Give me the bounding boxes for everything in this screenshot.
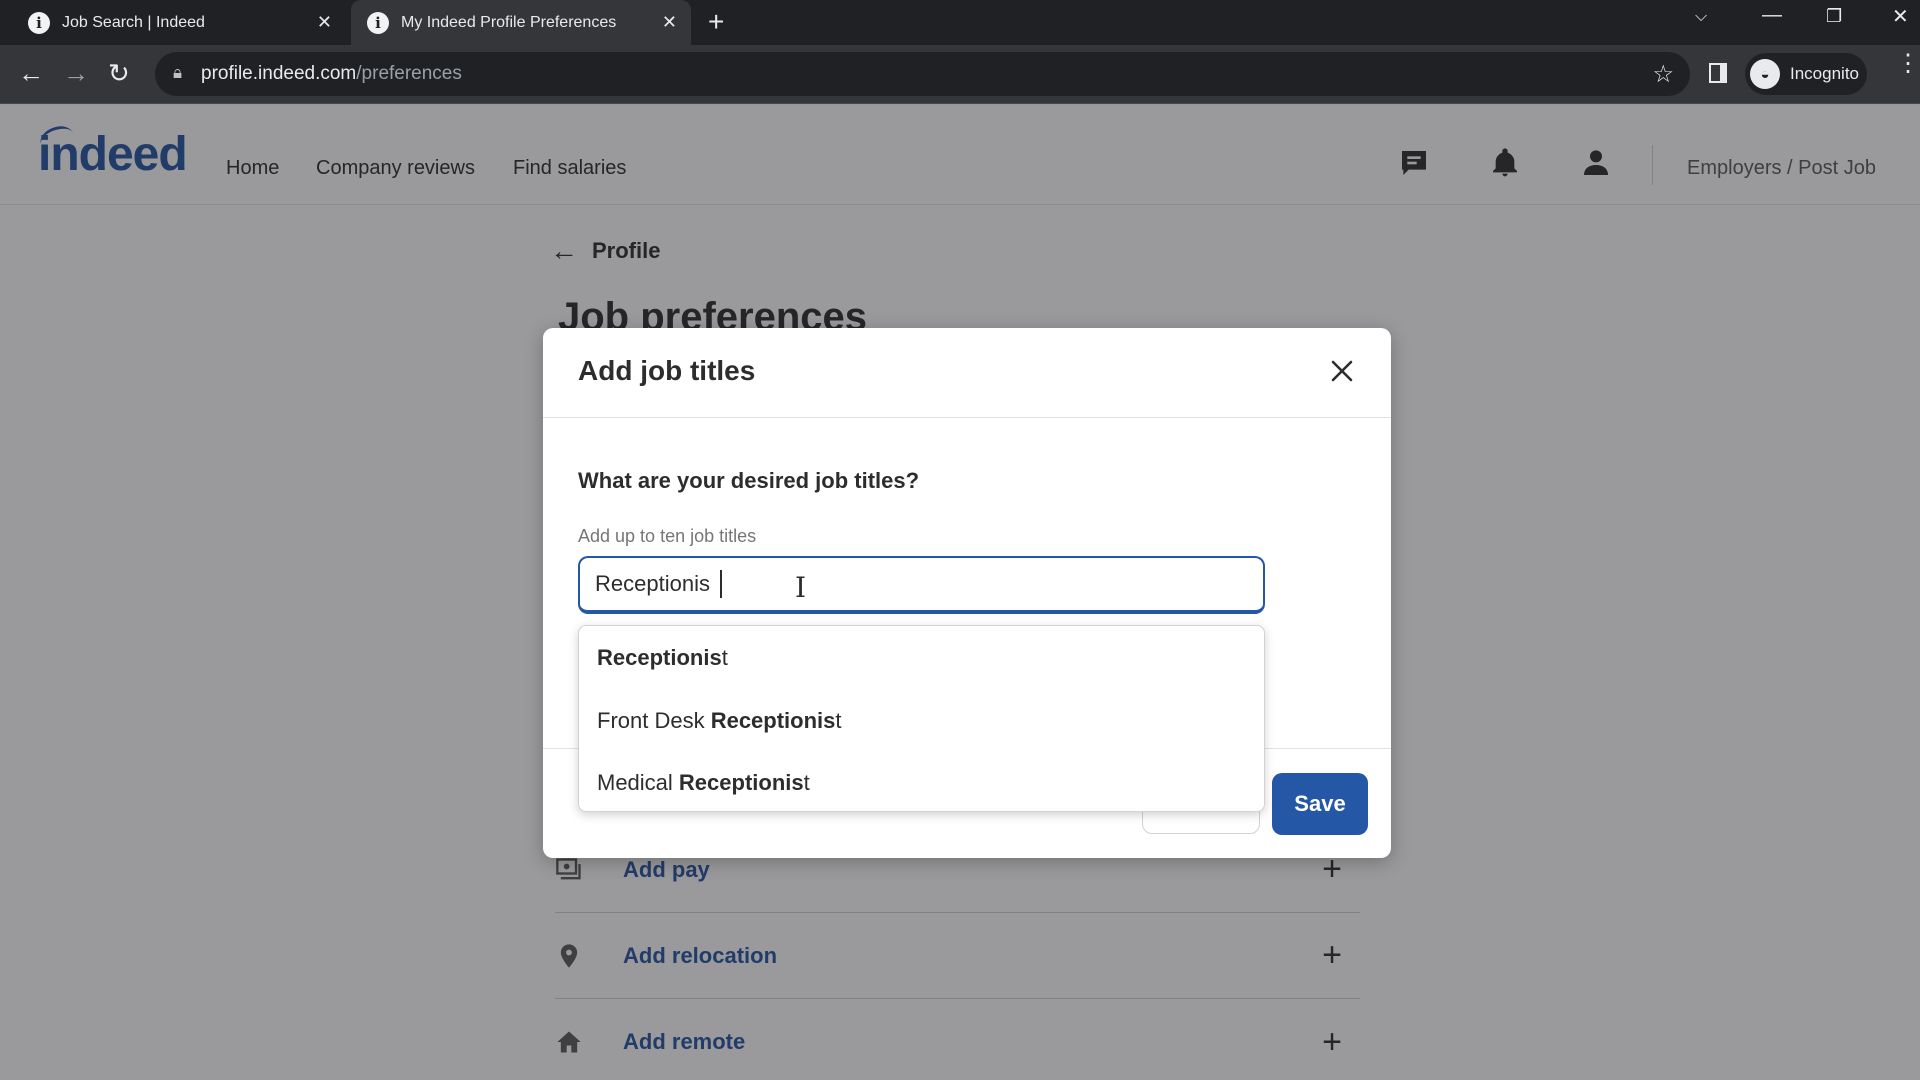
lock-icon: 🔒︎ bbox=[173, 63, 183, 82]
forward-icon[interactable]: → bbox=[63, 58, 89, 89]
close-dialog-button[interactable] bbox=[1323, 352, 1361, 390]
browser-tab-bar: i Job Search | Indeed ✕ i My Indeed Prof… bbox=[0, 0, 1920, 45]
incognito-icon: ◒ bbox=[1750, 59, 1780, 89]
back-icon[interactable]: ← bbox=[18, 58, 44, 89]
job-titles-question: What are your desired job titles? bbox=[578, 468, 920, 493]
tab-search-chevron-icon[interactable]: ⌵ bbox=[1695, 8, 1707, 26]
url-text: profile.indeed.com/preferences bbox=[201, 63, 462, 84]
indeed-favicon-icon: i bbox=[28, 11, 50, 34]
tab-job-search[interactable]: i Job Search | Indeed ✕ bbox=[16, 0, 346, 45]
text-caret bbox=[720, 570, 722, 598]
suggestion-item[interactable]: Receptionist bbox=[597, 645, 728, 671]
indeed-favicon-icon: i bbox=[367, 11, 389, 34]
job-title-input-wrapper: I bbox=[578, 556, 1265, 614]
mouse-ibeam-cursor-icon: I bbox=[795, 571, 807, 604]
minimize-icon[interactable]: — bbox=[1762, 4, 1782, 27]
window-close-icon[interactable]: ✕ bbox=[1892, 4, 1909, 29]
browser-toolbar: ← → ↻ 🔒︎ profile.indeed.com/preferences … bbox=[0, 45, 1920, 104]
address-bar[interactable]: 🔒︎ profile.indeed.com/preferences ☆ bbox=[155, 52, 1690, 96]
bookmark-star-icon[interactable]: ☆ bbox=[1652, 60, 1674, 89]
job-title-suggestions: Receptionist Front Desk Receptionist Med… bbox=[578, 625, 1265, 812]
save-button[interactable]: Save bbox=[1272, 773, 1368, 835]
browser-menu-icon[interactable]: ⋮ bbox=[1896, 52, 1920, 76]
restore-icon[interactable]: ❐ bbox=[1826, 6, 1842, 27]
job-title-input[interactable] bbox=[580, 558, 1263, 610]
new-tab-icon[interactable]: + bbox=[708, 6, 724, 38]
tab-profile-preferences[interactable]: i My Indeed Profile Preferences ✕ bbox=[351, 0, 691, 45]
suggestion-item[interactable]: Front Desk Receptionist bbox=[597, 708, 842, 734]
suggestion-item[interactable]: Medical Receptionist bbox=[597, 770, 810, 796]
reload-icon[interactable]: ↻ bbox=[108, 58, 130, 89]
side-panel-icon[interactable] bbox=[1709, 63, 1727, 83]
close-tab-icon[interactable]: ✕ bbox=[662, 12, 677, 33]
dialog-divider bbox=[543, 417, 1391, 418]
close-tab-icon[interactable]: ✕ bbox=[317, 12, 332, 33]
tab-title: My Indeed Profile Preferences bbox=[401, 13, 617, 31]
dialog-title: Add job titles bbox=[578, 355, 756, 386]
close-icon bbox=[1331, 360, 1353, 382]
incognito-indicator[interactable]: ◒ Incognito bbox=[1745, 53, 1867, 95]
job-titles-hint: Add up to ten job titles bbox=[578, 526, 757, 546]
tab-title: Job Search | Indeed bbox=[62, 13, 205, 31]
incognito-label: Incognito bbox=[1790, 64, 1859, 83]
